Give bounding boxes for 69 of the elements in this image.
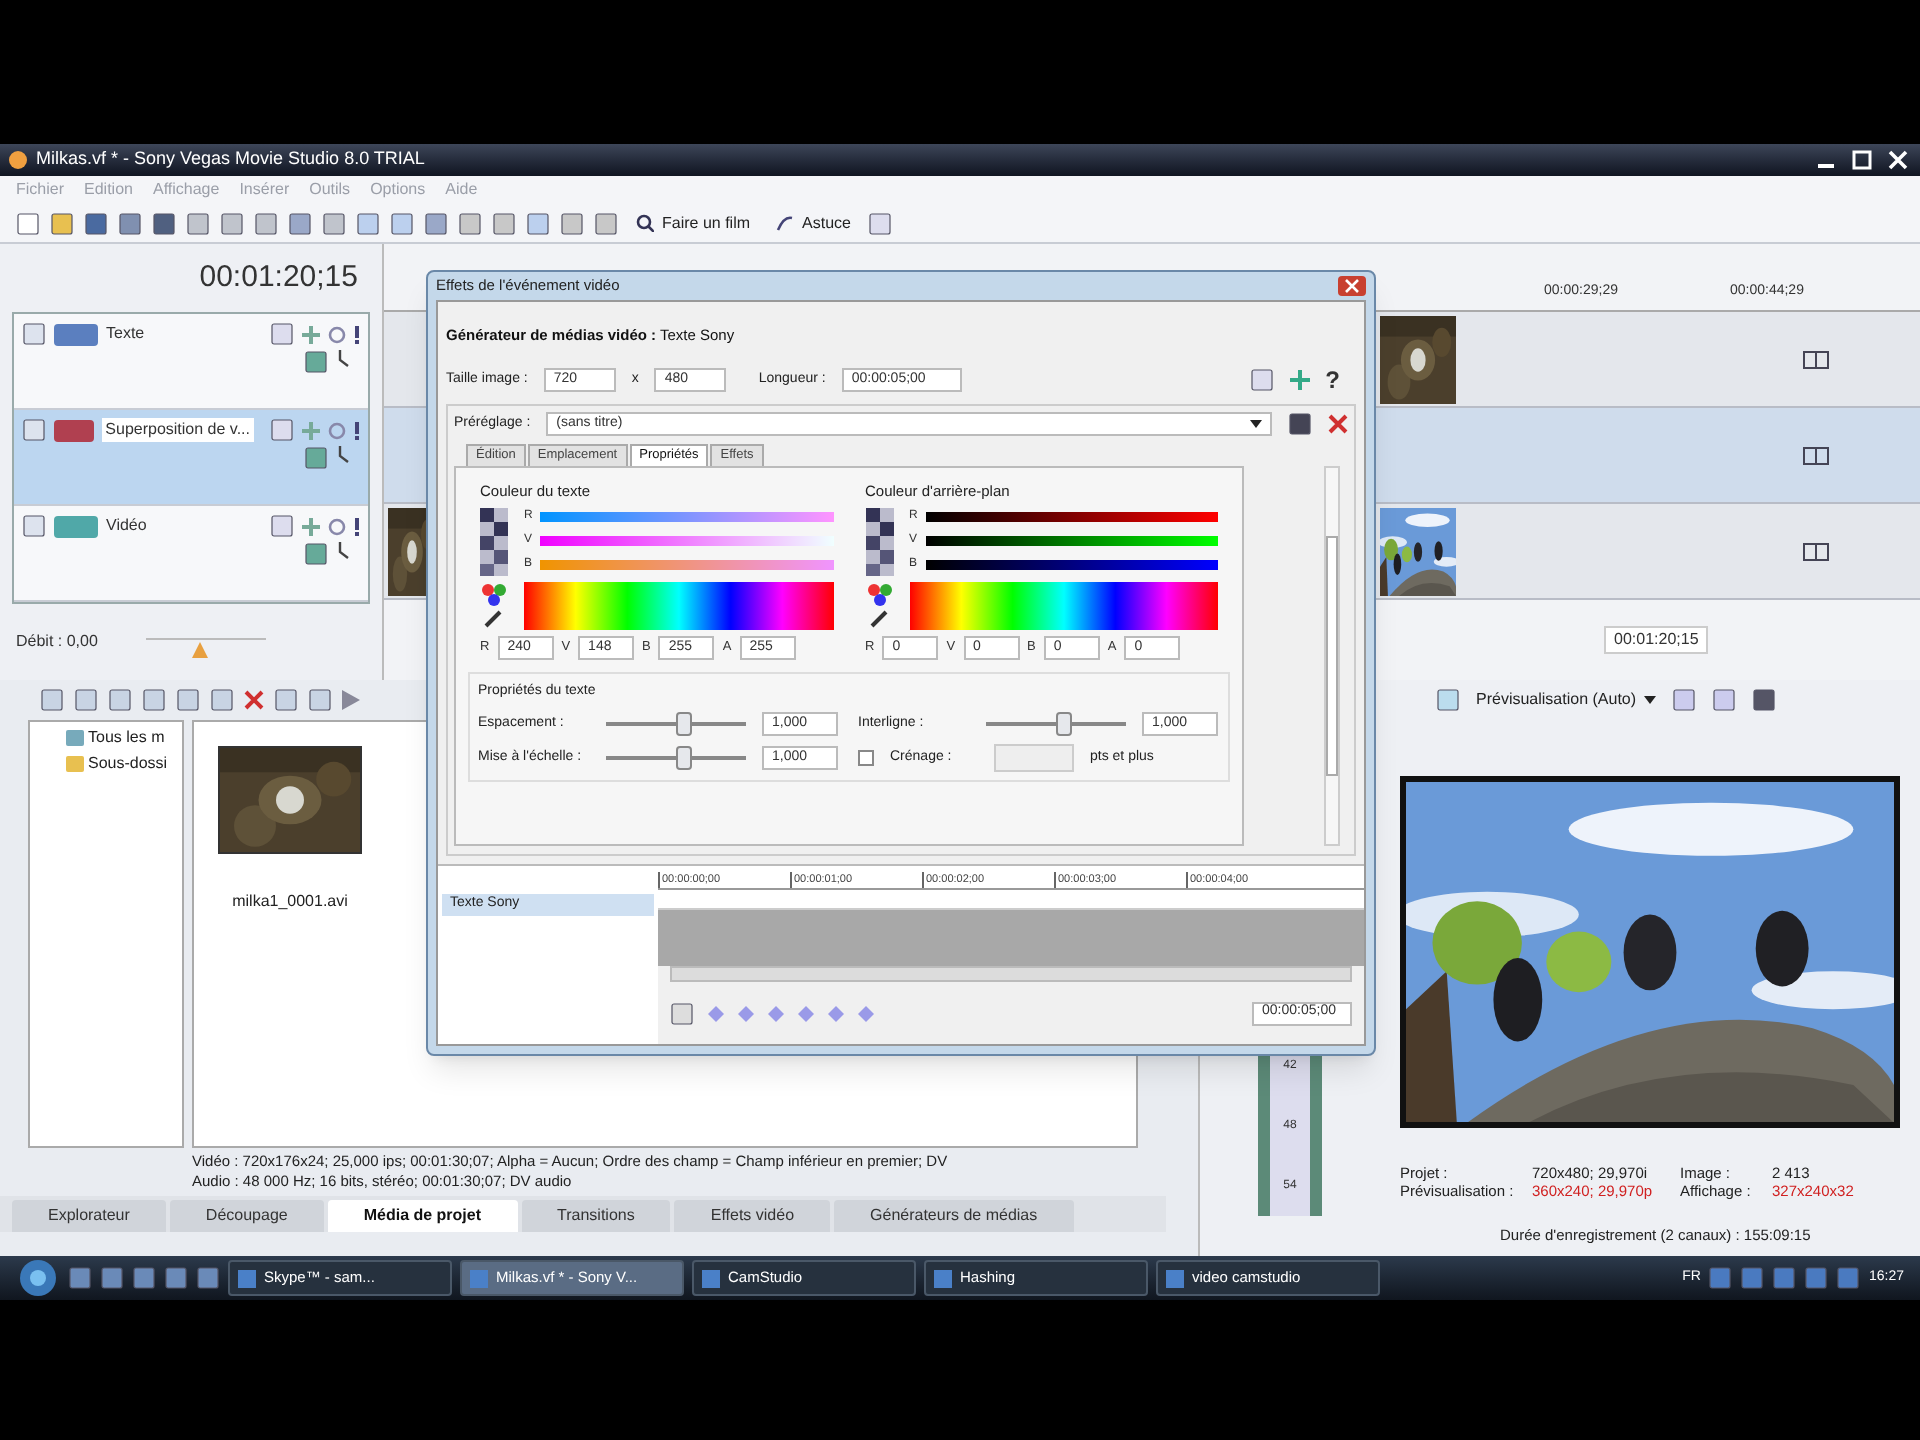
close-icon[interactable] xyxy=(1884,148,1912,172)
mute-icon[interactable] xyxy=(328,517,346,535)
track-name: Superposition de v... xyxy=(101,418,254,442)
slider-thumb[interactable] xyxy=(191,642,208,658)
move-icon[interactable] xyxy=(302,325,320,343)
window-title: Milkas.vf * - Sony Vegas Movie Studio 8.0 TRIAL xyxy=(36,146,425,173)
property-slider[interactable] xyxy=(986,711,1126,736)
tree-item[interactable]: Tous les m xyxy=(88,726,165,750)
mute-icon[interactable] xyxy=(328,421,346,439)
solo-icon[interactable] xyxy=(354,517,360,535)
color-channel-bar[interactable] xyxy=(925,512,1218,523)
palette-icon xyxy=(865,582,893,631)
rate-slider[interactable] xyxy=(145,638,266,658)
timecode: 00:01:20;15 xyxy=(199,257,358,298)
track-header[interactable]: Texte xyxy=(14,314,368,410)
palette-icon xyxy=(480,582,508,631)
help-glyph[interactable]: ? xyxy=(1325,362,1340,398)
start-orb-icon[interactable] xyxy=(16,1258,60,1298)
caret-icon xyxy=(1250,420,1262,428)
horizontal-scrollbar[interactable] xyxy=(670,966,1352,982)
make-movie-button[interactable]: Faire un film xyxy=(628,211,759,235)
app-icon xyxy=(8,150,28,170)
checker-swatch-icon xyxy=(480,508,508,577)
property-slider[interactable] xyxy=(606,745,746,770)
color-spectrum[interactable] xyxy=(524,582,833,631)
window-tab[interactable]: Découpage xyxy=(169,1200,324,1232)
play-icon[interactable] xyxy=(342,690,360,710)
move-icon[interactable] xyxy=(302,421,320,439)
track-header[interactable]: Vidéo xyxy=(14,506,368,602)
color-channel-bar[interactable] xyxy=(540,560,833,571)
checker-swatch-icon xyxy=(865,508,893,577)
kerning-field[interactable] xyxy=(994,743,1074,772)
caret-icon xyxy=(1644,695,1657,704)
solo-icon[interactable] xyxy=(354,421,360,439)
tree-item[interactable]: Sous-dossi xyxy=(88,752,168,776)
window-tab[interactable]: Générateurs de médias xyxy=(834,1200,1074,1232)
media-file-name[interactable]: milka1_0001.avi xyxy=(232,890,348,914)
track-name: Vidéo xyxy=(106,514,147,538)
vertical-scrollbar[interactable] xyxy=(1324,466,1340,846)
track-name: Texte xyxy=(106,322,145,346)
color-channel-bar[interactable] xyxy=(925,536,1218,547)
slider-thumb[interactable] xyxy=(675,711,691,736)
color-channel-bar[interactable] xyxy=(925,560,1218,571)
frame-icon xyxy=(1802,541,1830,561)
window-tab[interactable]: Explorateur xyxy=(12,1200,166,1232)
color-channel-bar[interactable] xyxy=(540,536,833,547)
delete-icon[interactable] xyxy=(244,690,264,710)
preview-quality-dropdown[interactable]: Prévisualisation (Auto) xyxy=(1476,687,1657,712)
window-tab[interactable]: Média de projet xyxy=(327,1200,518,1232)
track-header[interactable]: Superposition de v... xyxy=(14,410,368,506)
mute-icon[interactable] xyxy=(328,325,346,343)
kerning-checkbox[interactable] xyxy=(858,749,874,766)
solo-icon[interactable] xyxy=(354,325,360,343)
color-spectrum[interactable] xyxy=(909,582,1218,631)
slider-thumb[interactable] xyxy=(1055,711,1071,736)
color-channel-bar[interactable] xyxy=(540,512,833,523)
move-icon[interactable] xyxy=(302,517,320,535)
maximize-icon[interactable] xyxy=(1848,148,1876,172)
property-slider[interactable] xyxy=(606,711,746,736)
tips-button[interactable]: Astuce xyxy=(768,211,859,235)
frame-icon xyxy=(1802,445,1830,465)
window-tab[interactable]: Effets vidéo xyxy=(674,1200,831,1232)
frame-icon xyxy=(1802,349,1830,369)
window-tab[interactable]: Transitions xyxy=(521,1200,671,1232)
cursor-timecode: 00:01:20;15 xyxy=(1604,626,1709,654)
rate-label: Débit : 0,00 xyxy=(16,630,98,654)
delete-icon[interactable] xyxy=(1328,414,1348,434)
move-icon[interactable] xyxy=(1289,370,1310,390)
slider-thumb[interactable] xyxy=(675,745,691,770)
